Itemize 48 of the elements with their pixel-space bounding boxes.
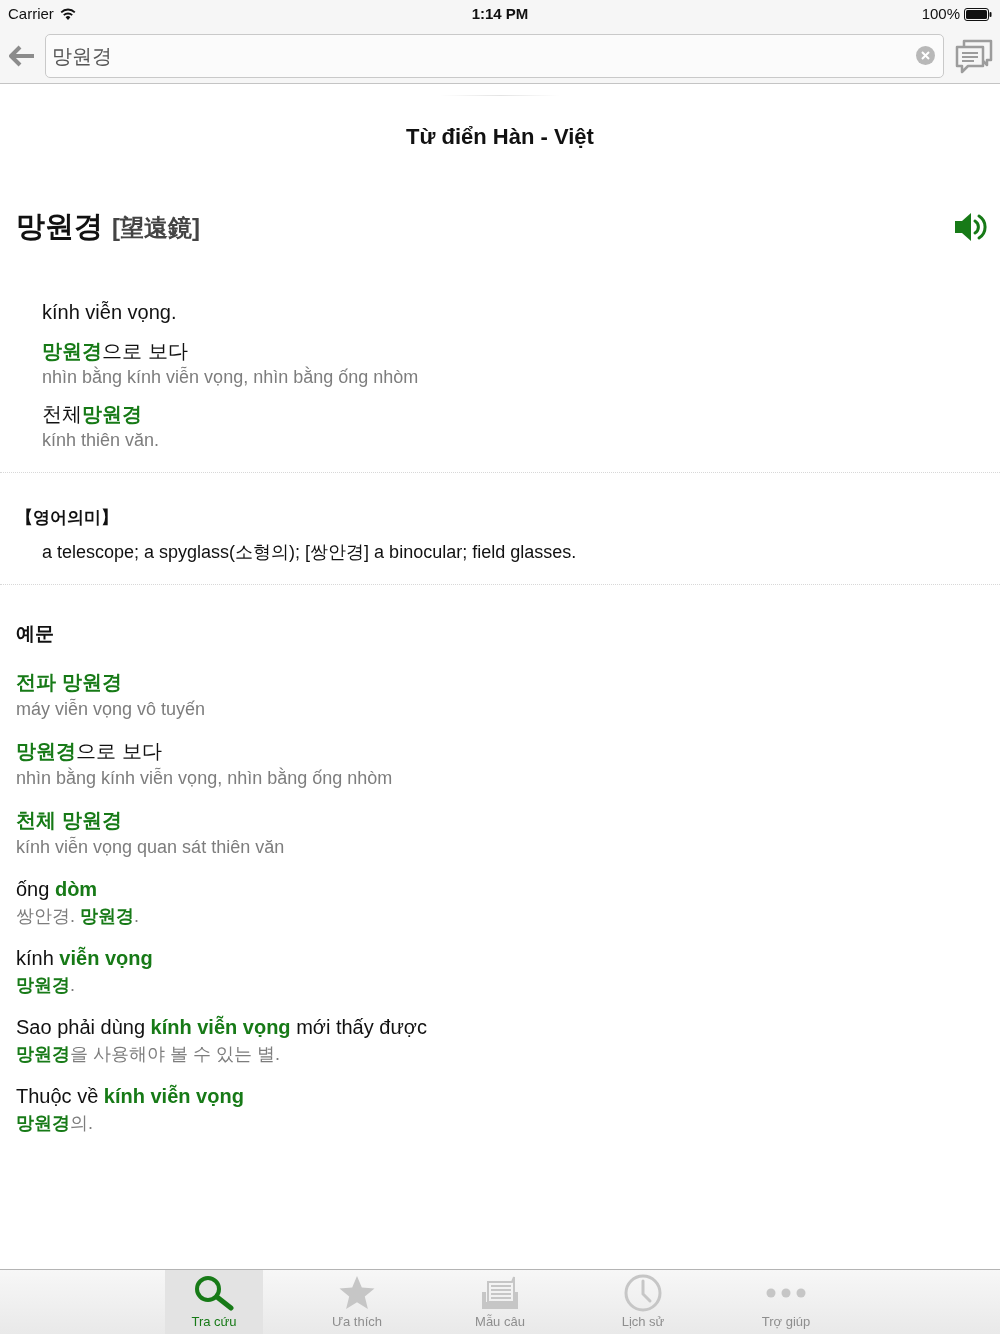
example-translation: 망원경의. (16, 1112, 93, 1135)
tab-button[interactable]: Lịch sử (594, 1270, 692, 1334)
example-translation: kính viễn vọng quan sát thiên văn (16, 835, 285, 859)
tab-button[interactable]: Mẫu câu (451, 1270, 549, 1334)
back-arrow-icon (9, 44, 35, 67)
chat-button[interactable] (954, 37, 994, 74)
example-phrase: Sao phải dùng kính viễn vọng mới thấy được (16, 1014, 427, 1040)
example-phrase: 망원경으로 보다 (42, 339, 188, 364)
carrier-label: Carrier (8, 3, 54, 24)
example-phrase: Thuộc về kính viễn vọng (16, 1083, 244, 1109)
headword: 망원경 (16, 209, 103, 244)
example-phrase: 망원경으로 보다 (16, 739, 162, 764)
chat-bubbles-icon (954, 37, 994, 74)
clock-time: 1:14 PM (471, 3, 529, 24)
tab-button[interactable]: Tra cứu (165, 1270, 263, 1334)
example-phrase: kính viễn vọng (16, 945, 153, 971)
speaker-button[interactable] (954, 210, 988, 244)
example-translation: 쌍안경. 망원경. (16, 905, 140, 928)
definition-text: kính viễn vọng. (42, 300, 177, 325)
search-field[interactable]: 망원경 (45, 33, 944, 78)
hanja-text: [望遠鏡] (112, 213, 200, 243)
example-translation: 망원경. (16, 974, 75, 997)
dictionary-title: Từ điển Hàn - Việt (406, 123, 594, 151)
section-heading: 예문 (16, 622, 54, 646)
example-translation: kính thiên văn. (42, 429, 160, 452)
clock-icon (624, 1274, 662, 1312)
wifi-icon (59, 8, 76, 20)
example-phrase: 전파 망원경 (16, 670, 122, 695)
document-tray-icon (480, 1276, 520, 1310)
clear-button[interactable] (916, 46, 935, 65)
battery-icon (964, 7, 992, 21)
clear-icon (916, 46, 935, 65)
example-translation: nhìn bằng kính viễn vọng, nhìn bằng ống nhòm (16, 766, 393, 790)
tab-button[interactable]: Ưa thích (308, 1270, 406, 1334)
search-icon (193, 1275, 235, 1311)
example-phrase: 천체 망원경 (16, 808, 122, 833)
english-meaning-text: a telescope; a spyglass(소형의); [쌍안경] a binocular; field glasses. (42, 541, 577, 564)
example-phrase: 천체망원경 (42, 402, 142, 427)
example-phrase: ống dòm (16, 877, 98, 902)
example-translation: máy viễn vọng vô tuyến (16, 697, 206, 721)
example-translation: nhìn bằng kính viễn vọng, nhìn bằng ống nhòm (42, 365, 419, 389)
more-icon (766, 1288, 806, 1298)
example-translation: 망원경을 사용해야 볼 수 있는 별. (16, 1043, 280, 1066)
battery-percentage: 100% (921, 3, 960, 24)
tab-button[interactable]: Trợ giúp (737, 1270, 835, 1334)
star-icon (338, 1275, 376, 1311)
section-heading: 【영어의미】 (16, 507, 118, 529)
speaker-icon (954, 211, 988, 243)
